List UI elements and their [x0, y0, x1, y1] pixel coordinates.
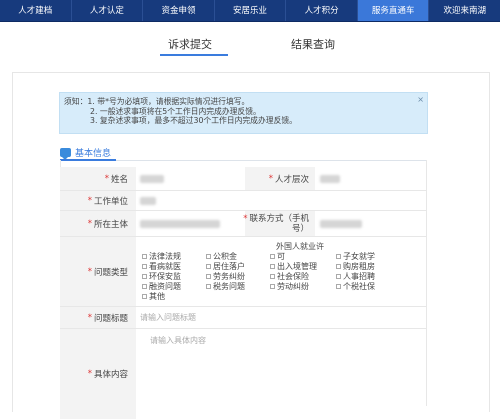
form-row-work-unit: * 工作单位 [60, 191, 427, 211]
active-tab-indicator [160, 54, 228, 56]
checkbox-income-tax-social[interactable]: 个税社保 [336, 281, 375, 292]
section-header: 基本信息 [60, 145, 112, 160]
work-unit-field[interactable] [140, 191, 156, 210]
tab-result-query[interactable]: 结果查询 [291, 36, 335, 52]
notice-line-3: 3. 复杂述求事项，最多不超过30个工作日内完成办理反馈。 [90, 116, 297, 125]
chat-bubble-icon [60, 147, 71, 160]
issue-type-label: * 问题类型 [60, 237, 136, 306]
subject-label: * 所在主体 [60, 211, 136, 236]
close-icon[interactable]: × [417, 95, 424, 105]
checkbox-other[interactable]: 其他 [142, 291, 165, 302]
contact-label: * 联系方式（手机 号） [243, 211, 315, 236]
tab-bar: 诉求提交 结果查询 [0, 30, 500, 58]
nav-item-fund-application[interactable]: 资金申领 [143, 0, 215, 21]
tab-submit-request[interactable]: 诉求提交 [168, 36, 212, 52]
subject-field[interactable] [140, 211, 220, 236]
work-unit-label: * 工作单位 [60, 191, 136, 210]
nav-item-talent-archive[interactable]: 人才建档 [0, 0, 72, 21]
nav-item-talent-points[interactable]: 人才积分 [286, 0, 358, 21]
contact-field[interactable] [320, 211, 362, 236]
section-divider-accent [60, 159, 116, 161]
form-row-subject: * 所在主体 * 联系方式（手机 号） [60, 211, 427, 237]
name-field[interactable] [140, 167, 164, 190]
nav-item-housing[interactable]: 安居乐业 [215, 0, 287, 21]
content-textarea[interactable]: 请输入具体内容 [150, 335, 206, 346]
nav-item-talent-certification[interactable]: 人才认定 [72, 0, 144, 21]
name-label: * 姓名 [60, 167, 136, 190]
notice-box: 须知：1. 带*号为必填项，请根据实际情况进行填写。 2. 一般述求事项将在5个… [59, 92, 428, 134]
issue-title-label: * 问题标题 [60, 307, 136, 328]
form-row-issue-title: * 问题标题 请输入问题标题 [60, 307, 427, 329]
form-row-issue-type: * 问题类型 外国人就业许 法律法规 公积金 可 子女就学 看病就医 居住落户 出… [60, 237, 427, 307]
notice-line-1: 须知：1. 带*号为必填项，请根据实际情况进行填写。 [64, 97, 250, 106]
issue-title-input[interactable]: 请输入问题标题 [140, 307, 196, 328]
talent-level-label: * 人才层次 [245, 167, 315, 190]
notice-line-2: 2. 一般述求事项将在5个工作日内完成办理反馈。 [90, 106, 261, 116]
top-navigation: 人才建档 人才认定 资金申领 安居乐业 人才积分 服务直通车 欢迎来南湖 [0, 0, 500, 22]
nav-item-welcome-nanhu[interactable]: 欢迎来南湖 [429, 0, 500, 21]
talent-level-field[interactable] [320, 167, 340, 190]
checkbox-tax[interactable]: 税务问题 [206, 281, 245, 292]
nav-item-service-express[interactable]: 服务直通车 [357, 0, 430, 21]
form-row-name: * 姓名 * 人才层次 [60, 167, 427, 191]
checkbox-labor-conflict[interactable]: 劳动纠纷 [270, 281, 309, 292]
section-title: 基本信息 [75, 148, 112, 159]
